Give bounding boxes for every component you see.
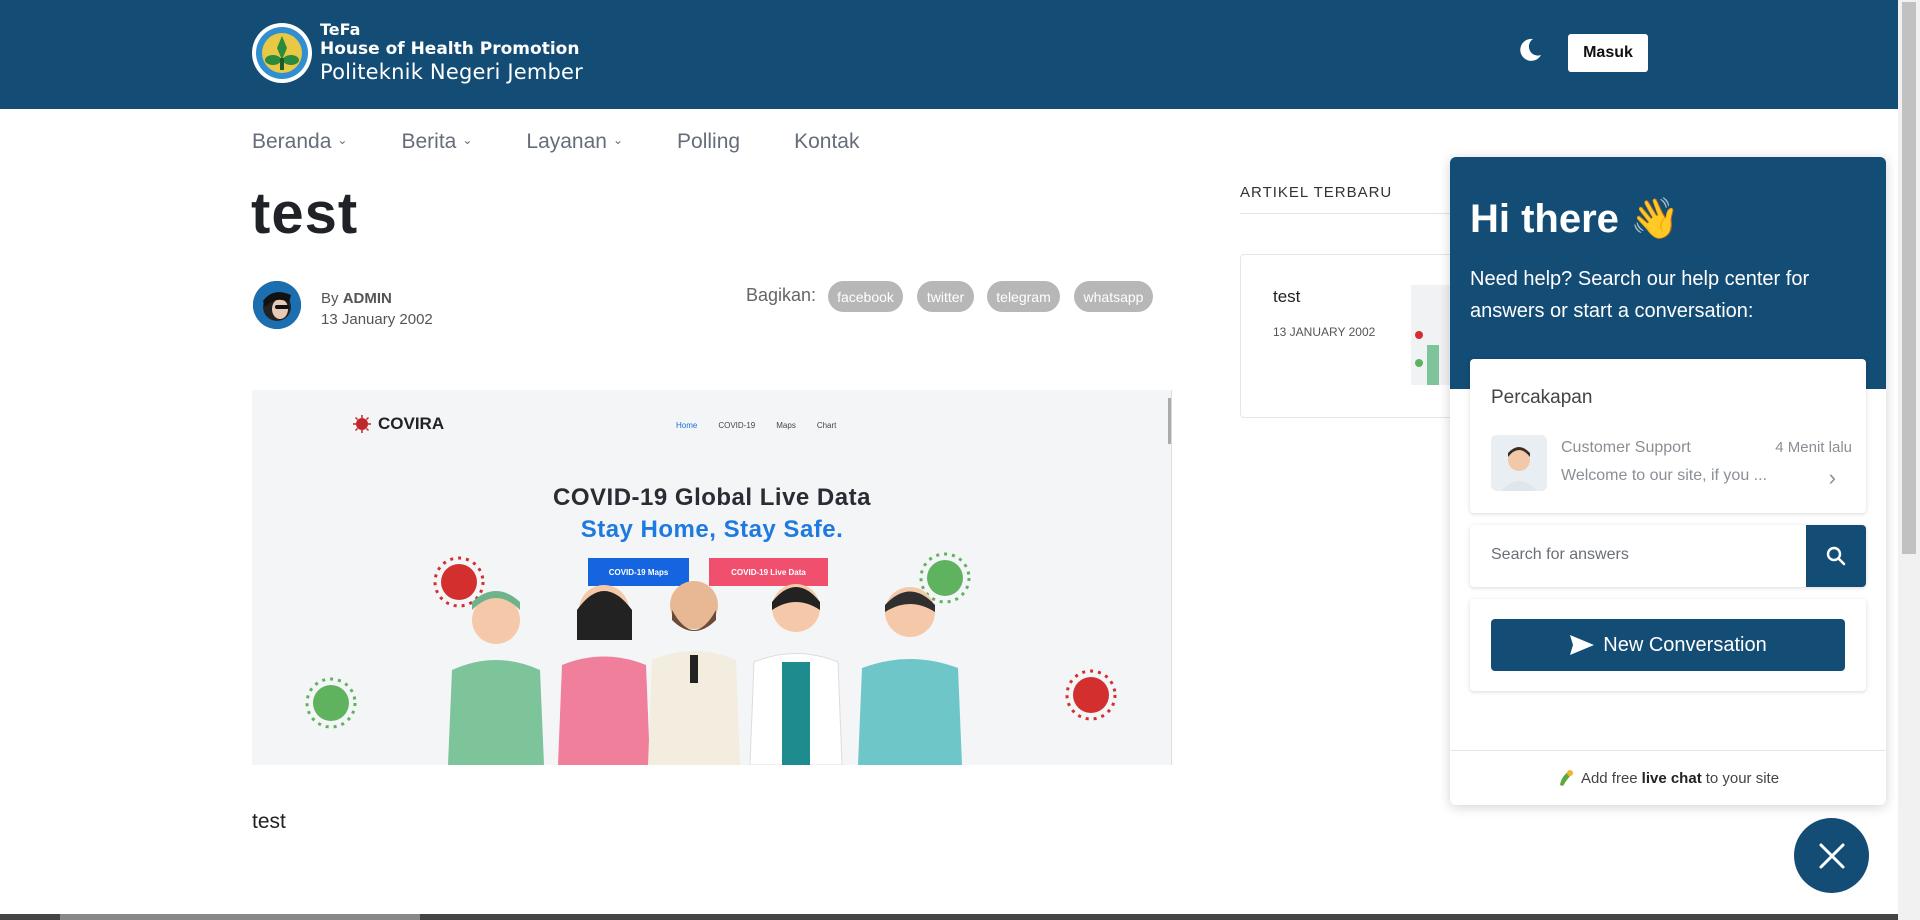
chevron-right-icon[interactable]: › [1829,465,1836,491]
chevron-down-icon: ⌄ [462,133,473,147]
dark-mode-moon-icon[interactable] [1516,36,1544,64]
hero-headline: COVID-19 Global Live Data [553,484,871,511]
help-search-box[interactable]: Search for answers [1470,525,1866,587]
chevron-down-icon: ⌄ [337,133,348,147]
article-title: test [251,181,359,246]
sidebar-divider [1240,213,1460,214]
covira-name: COVIRA [378,414,445,433]
sidebar-post-card[interactable]: test 13 JANUARY 2002 [1240,254,1461,418]
brand-text[interactable]: TeFa House of Health Promotion Politekni… [320,20,583,85]
chat-intro: Need help? Search our help center for an… [1470,268,1810,322]
search-icon [1826,546,1846,566]
sidebar-heading: ARTIKEL TERBARU [1240,184,1393,201]
new-conversation-label: New Conversation [1603,633,1767,656]
publish-date: 13 January 2002 [321,311,433,328]
hero-nav-covid: COVID-19 [718,421,756,430]
share-facebook-button[interactable]: facebook [828,281,903,312]
sidebar-post-title[interactable]: test [1273,287,1300,307]
hero-nav-home: Home [676,421,698,430]
tawk-logo-icon [1559,770,1573,786]
worker-nurse-male [858,587,962,765]
page: TeFa House of Health Promotion Politekni… [0,0,1920,920]
sidebar-post-date: 13 JANUARY 2002 [1273,325,1376,339]
nav-item-beranda[interactable]: Beranda ⌄ [252,130,347,154]
login-button[interactable]: Masuk [1568,34,1648,72]
chat-close-button[interactable] [1794,818,1869,893]
site-header: TeFa House of Health Promotion Politekni… [0,0,1898,109]
nav-label: Berita [401,130,457,153]
brand-line-polije: Politeknik Negeri Jember [320,60,584,84]
author-avatar [253,281,301,329]
new-conversation-button[interactable]: New Conversation [1491,619,1845,671]
vertical-scrollbar[interactable] [1898,0,1920,920]
worker-nurse [558,585,650,765]
send-icon [1570,635,1595,655]
nav-item-kontak[interactable]: Kontak [794,130,859,154]
nav-item-polling[interactable]: Polling [677,130,740,154]
hero-subheadline: Stay Home, Stay Safe. [580,516,844,543]
chevron-down-icon: ⌄ [612,133,624,147]
agent-name: Customer Support [1561,439,1691,456]
hero-scrollbar [1168,398,1171,444]
hero-nav-chart: Chart [816,421,837,430]
share-whatsapp-button[interactable]: whatsapp [1074,281,1153,312]
healthcare-workers-illustration [305,552,1117,765]
support-agent-avatar [1491,435,1547,491]
nav-label: Layanan [526,130,607,153]
nav-label: Beranda [252,130,332,153]
author-name[interactable]: ADMIN [343,290,392,307]
article-hero-image: COVIRA Home COVID-19 Maps Chart COVID-19… [252,390,1172,765]
footer-prefix: Add free [1580,769,1638,787]
footer-bold: live chat [1641,769,1702,787]
nav-item-layanan[interactable]: Layanan ⌄ [526,130,623,154]
help-search-button[interactable] [1806,525,1866,587]
worker-doctor-female [749,584,843,765]
byline-prefix: By [321,290,339,307]
horizontal-scrollbar-thumb[interactable] [60,914,420,920]
polije-logo[interactable] [251,22,313,84]
conversations-title: Percakapan [1491,387,1593,408]
new-conversation-card: New Conversation [1470,599,1866,691]
hero-nav: Home COVID-19 Maps Chart [676,421,857,430]
vertical-scrollbar-thumb[interactable] [1902,2,1916,554]
agent-message-preview[interactable]: Welcome to our site, if you ... [1561,467,1767,485]
share-telegram-button[interactable]: telegram [987,281,1060,312]
worker-surgeon [448,591,544,765]
share-label: Bagikan: [746,285,817,305]
close-icon [1819,843,1844,868]
share-twitter-button[interactable]: twitter [917,281,974,312]
chat-widget: Hi there 👋 Need help? Search our help ce… [1450,157,1886,805]
chat-greeting: Hi there 👋 [1470,197,1680,241]
hero-nav-maps: Maps [776,421,796,430]
conversations-card: Percakapan Customer Support 4 Menit lalu… [1470,359,1866,513]
chat-widget-footer[interactable]: Add free live chat to your site [1450,750,1886,805]
brand-line-house: House of Health Promotion [320,39,580,59]
main-nav: Beranda ⌄ Berita ⌄ Layanan ⌄ Polling Kontak [252,130,913,154]
worker-doctor-male [648,581,740,765]
help-search-input[interactable]: Search for answers [1491,546,1629,564]
brand-line-tefa: TeFa [320,20,361,39]
nav-label: Polling [677,130,741,153]
nav-label: Kontak [794,130,860,153]
byline: By ADMIN [321,290,392,307]
footer-suffix: to your site [1705,769,1780,787]
horizontal-scrollbar[interactable] [0,914,1898,920]
agent-message-time: 4 Menit lalu [1775,439,1852,456]
nav-item-berita[interactable]: Berita ⌄ [401,130,472,154]
covira-brand: COVIRA [352,414,444,434]
virus-icon [353,415,371,433]
article-body: test [252,810,286,833]
